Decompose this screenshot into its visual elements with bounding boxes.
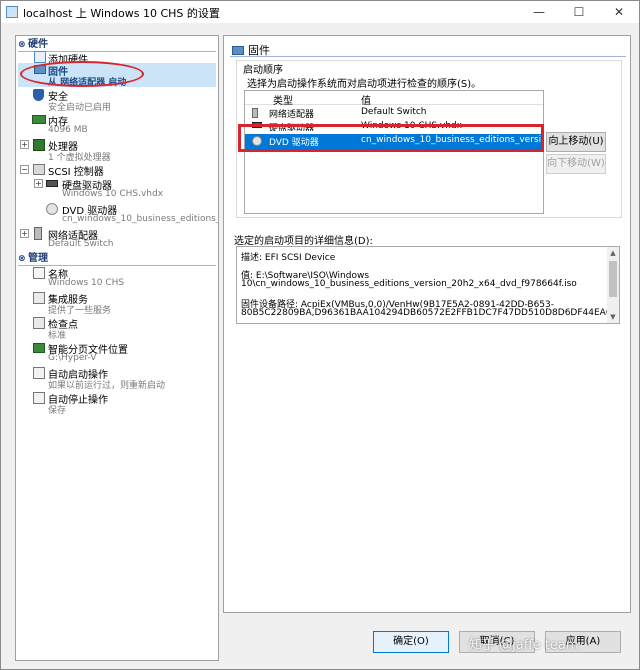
checkpoint-icon (33, 317, 45, 329)
boot-order-list[interactable]: 类型 值 网络适配器 Default Switch 硬盘驱动器 Windows … (244, 90, 571, 214)
highlight-ellipse (20, 61, 144, 87)
highlight-rectangle (238, 124, 544, 152)
scroll-down-arrow-icon[interactable]: ▼ (607, 311, 619, 323)
auto-stop-icon (33, 392, 45, 404)
auto-start-icon (33, 367, 45, 379)
minimize-button[interactable]: — (519, 1, 559, 23)
boot-order-description: 选择为启动操作系统而对启动项进行检查的顺序(S)。 (247, 79, 482, 90)
scroll-up-arrow-icon[interactable]: ▲ (607, 247, 619, 259)
firmware-icon (232, 46, 244, 55)
hardware-section-header[interactable]: ⊗ 硬件 (18, 38, 216, 52)
window-title: localhost 上 Windows 10 CHS 的设置 (23, 7, 220, 20)
management-section-header[interactable]: ⊗ 管理 (18, 252, 216, 266)
boot-row-network[interactable]: 网络适配器 Default Switch (245, 106, 543, 121)
collapse-icon[interactable]: − (20, 165, 29, 174)
details-label: 选定的启动项目的详细信息(D): (234, 236, 373, 247)
firmware-panel: 固件 启动顺序 选择为启动操作系统而对启动项进行检查的顺序(S)。 类型 值 网… (223, 35, 631, 613)
ok-button[interactable]: 确定(O) (373, 631, 449, 653)
boot-list-header: 类型 值 (245, 91, 543, 107)
network-adapter-icon (252, 108, 258, 118)
boot-order-label: 启动顺序 (243, 65, 283, 76)
expand-icon[interactable]: + (34, 179, 43, 188)
network-adapter-icon (34, 227, 42, 240)
move-down-button[interactable]: 向下移动(W) (546, 154, 606, 174)
column-value[interactable]: 值 (361, 92, 371, 107)
hyperv-settings-icon (6, 6, 18, 18)
collapse-icon: ⊗ (18, 254, 26, 264)
integration-services-icon (33, 292, 45, 304)
settings-tree: ⊗ 硬件 添加硬件 固件 从 网络适配器 启动 安全 安全启动已启用 内存 409… (15, 35, 219, 661)
move-up-button[interactable]: 向上移动(U) (546, 132, 606, 152)
hard-drive-icon (46, 180, 58, 187)
expand-icon[interactable]: + (20, 140, 29, 149)
settings-window: localhost 上 Windows 10 CHS 的设置 — ☐ ✕ ⊗ 硬件… (0, 0, 640, 670)
add-hardware-icon (34, 51, 46, 63)
smart-paging-icon (33, 343, 45, 353)
maximize-button[interactable]: ☐ (559, 1, 599, 23)
expand-icon[interactable]: + (20, 229, 29, 238)
memory-icon (32, 115, 46, 124)
name-icon (33, 267, 45, 279)
shield-icon (33, 89, 44, 101)
processor-icon (33, 139, 45, 151)
details-textbox[interactable]: 描述: EFI SCSI Device 值: E:\Software\ISO\W… (236, 246, 620, 324)
scsi-controller-icon (33, 164, 45, 175)
dvd-disc-icon (46, 203, 58, 215)
watermark: 知乎 @jaffe team (469, 638, 579, 653)
details-scrollbar[interactable]: ▲ ▼ (607, 247, 619, 323)
collapse-icon: ⊗ (18, 40, 26, 50)
header-divider (230, 56, 626, 57)
title-bar: localhost 上 Windows 10 CHS 的设置 — ☐ ✕ (1, 1, 639, 23)
scrollbar-thumb[interactable] (609, 261, 617, 297)
close-button[interactable]: ✕ (599, 1, 639, 23)
column-type[interactable]: 类型 (273, 92, 293, 107)
